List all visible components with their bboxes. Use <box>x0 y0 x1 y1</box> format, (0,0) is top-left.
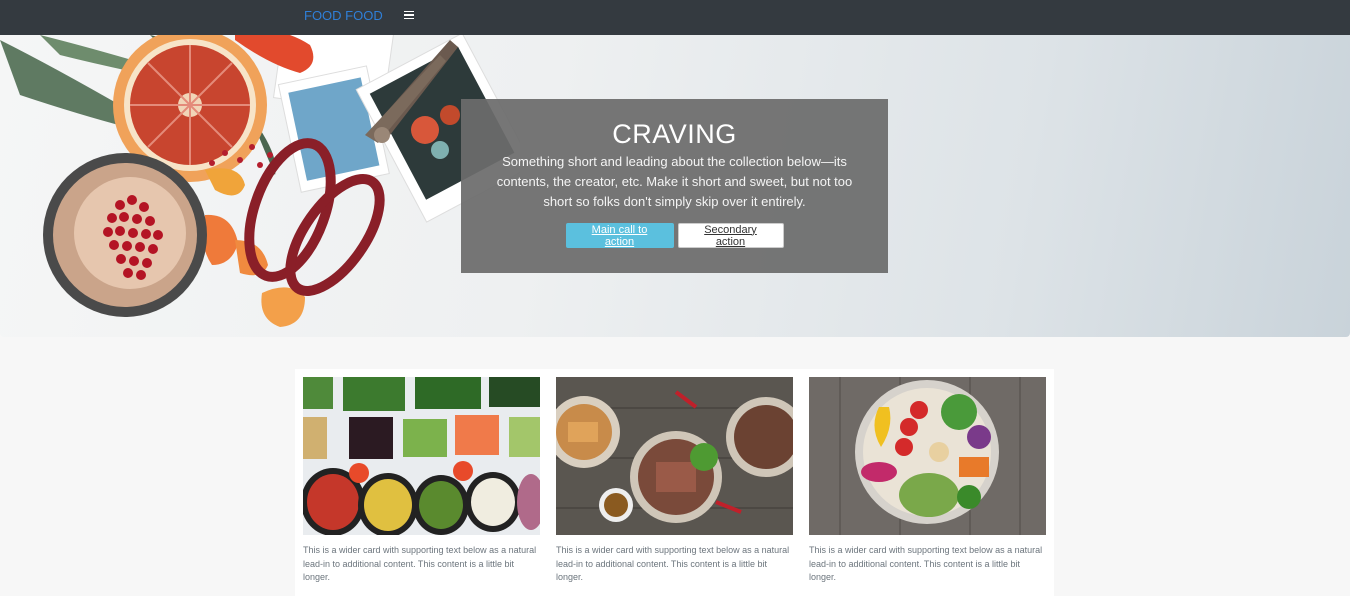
card-text: This is a wider card with supporting tex… <box>303 545 537 582</box>
hero-food-still-life-image <box>0 35 520 327</box>
card-text: This is a wider card with supporting tex… <box>809 545 1043 582</box>
hero-lead-text: Something short and leading about the co… <box>496 154 853 209</box>
card-group: This is a wider card with supporting tex… <box>295 369 1054 596</box>
hero-overlay-panel: CRAVING Something short and leading abou… <box>461 99 888 273</box>
steak-bowls-photo <box>556 377 793 535</box>
hero-jumbotron: CRAVING Something short and leading abou… <box>0 35 1350 337</box>
card: This is a wider card with supporting tex… <box>548 369 801 596</box>
pomegranate-bowl-decoration <box>43 153 207 317</box>
card: This is a wider card with supporting tex… <box>295 369 548 596</box>
card: This is a wider card with supporting tex… <box>801 369 1054 596</box>
top-navbar: FOOD FOOD <box>0 0 1350 35</box>
vegetable-bowl-photo <box>809 377 1046 535</box>
brand-link[interactable]: FOOD FOOD <box>304 8 383 23</box>
salad-bar-photo <box>303 377 540 535</box>
hero-title: CRAVING <box>612 119 737 149</box>
hamburger-menu-icon[interactable] <box>404 8 418 22</box>
main-call-to-action-button[interactable]: Main call to action <box>565 223 674 248</box>
hero-button-row: Main call to action Secondary action <box>461 223 888 248</box>
card-text: This is a wider card with supporting tex… <box>556 545 790 582</box>
secondary-action-button[interactable]: Secondary action <box>677 223 784 248</box>
